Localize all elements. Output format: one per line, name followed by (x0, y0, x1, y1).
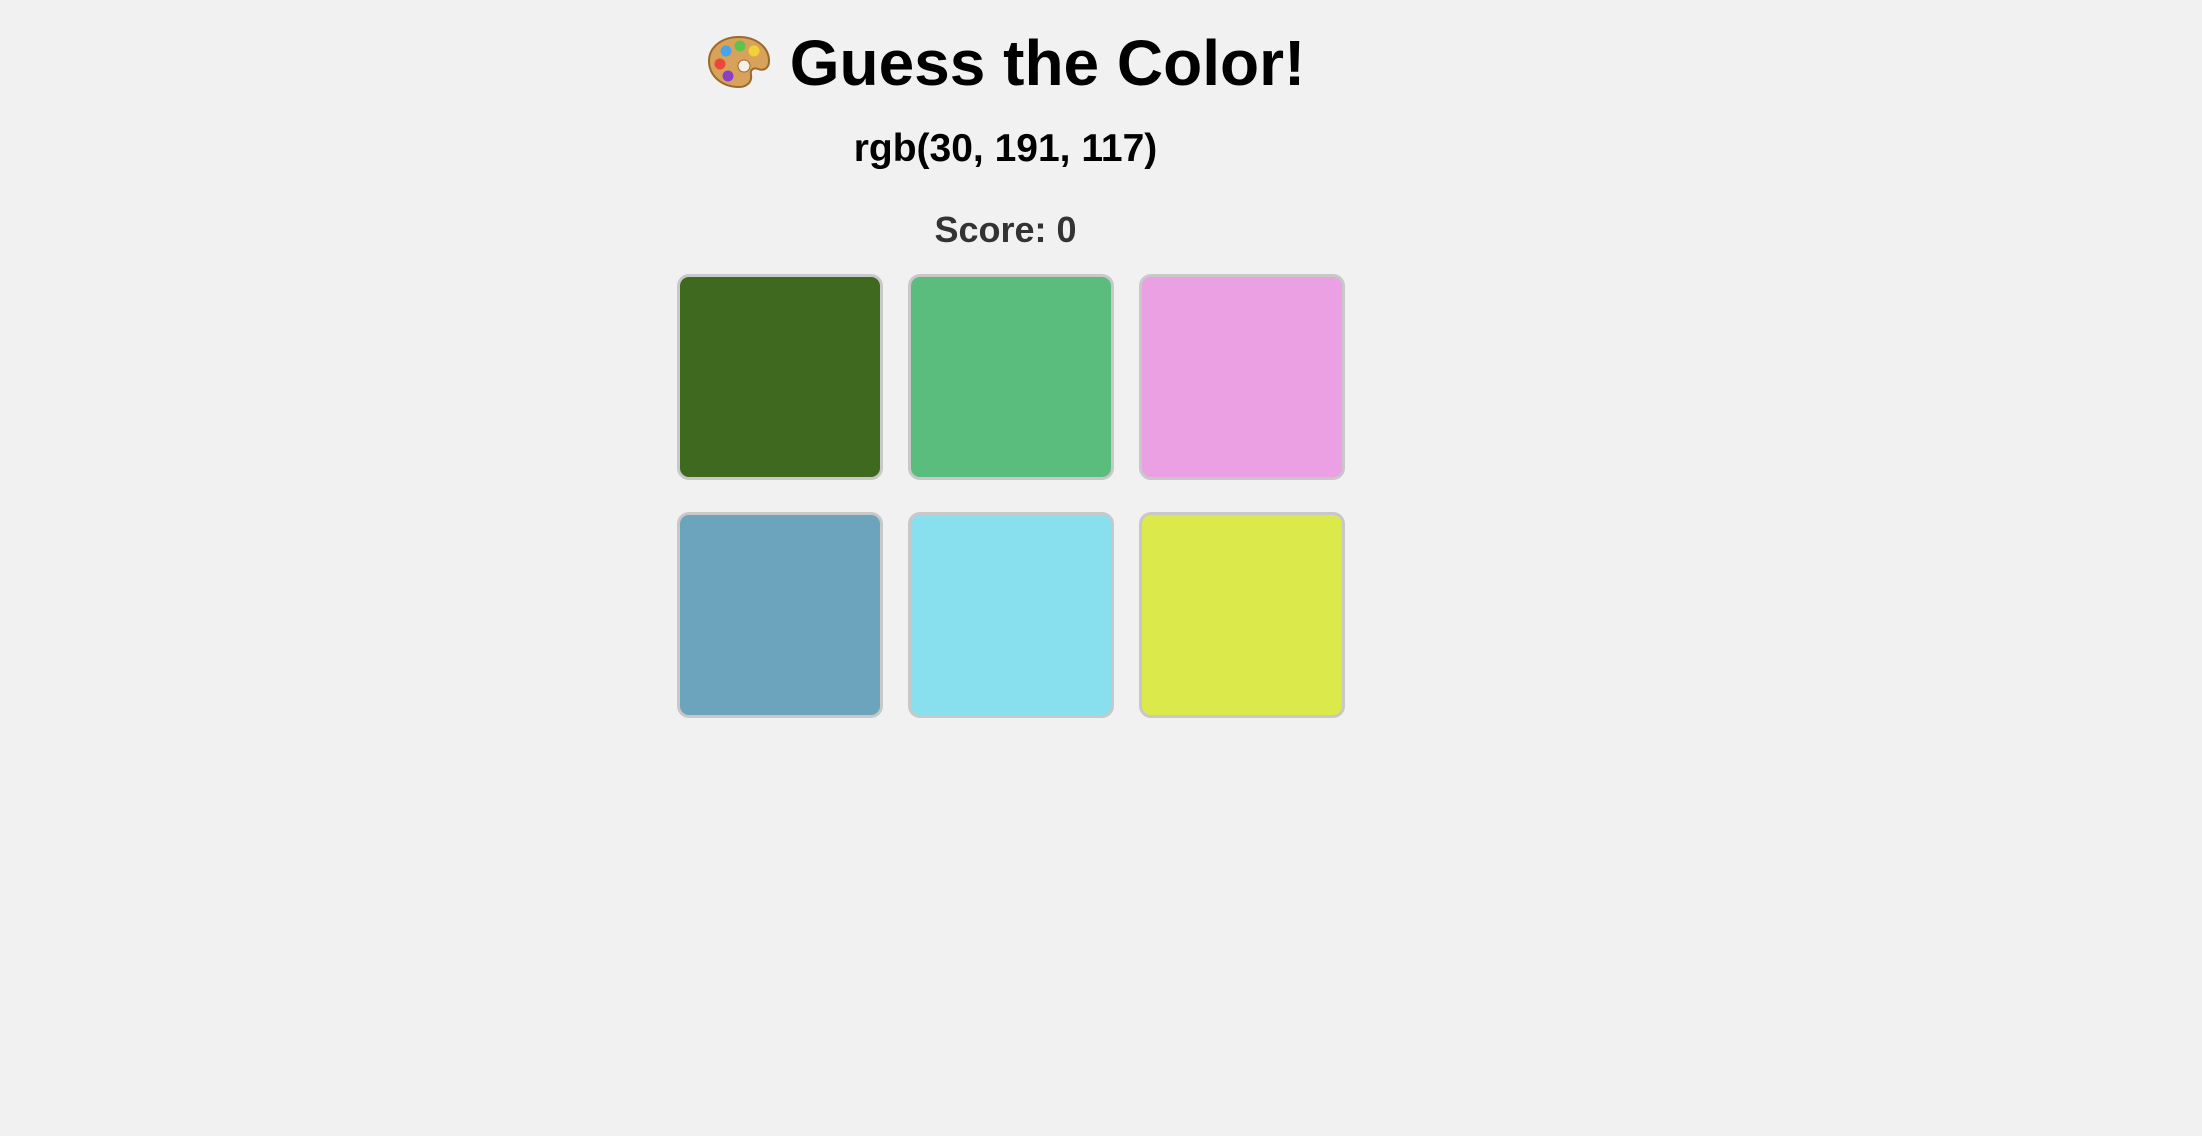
color-swatch-5[interactable] (908, 512, 1114, 718)
score-display: Score: 0 (934, 209, 1077, 250)
color-swatch-grid (677, 274, 1345, 718)
palette-icon (707, 35, 770, 89)
target-rgb-display: rgb(30, 191, 117) (853, 127, 1158, 170)
game-title: Guess the Color! (0, 22, 2011, 104)
game-title-text: Guess the Color! (789, 27, 1306, 99)
color-swatch-6[interactable] (1139, 512, 1345, 718)
color-swatch-3[interactable] (1139, 274, 1345, 480)
color-swatch-2[interactable] (908, 274, 1114, 480)
color-swatch-1[interactable] (677, 274, 883, 480)
color-swatch-4[interactable] (677, 512, 883, 718)
